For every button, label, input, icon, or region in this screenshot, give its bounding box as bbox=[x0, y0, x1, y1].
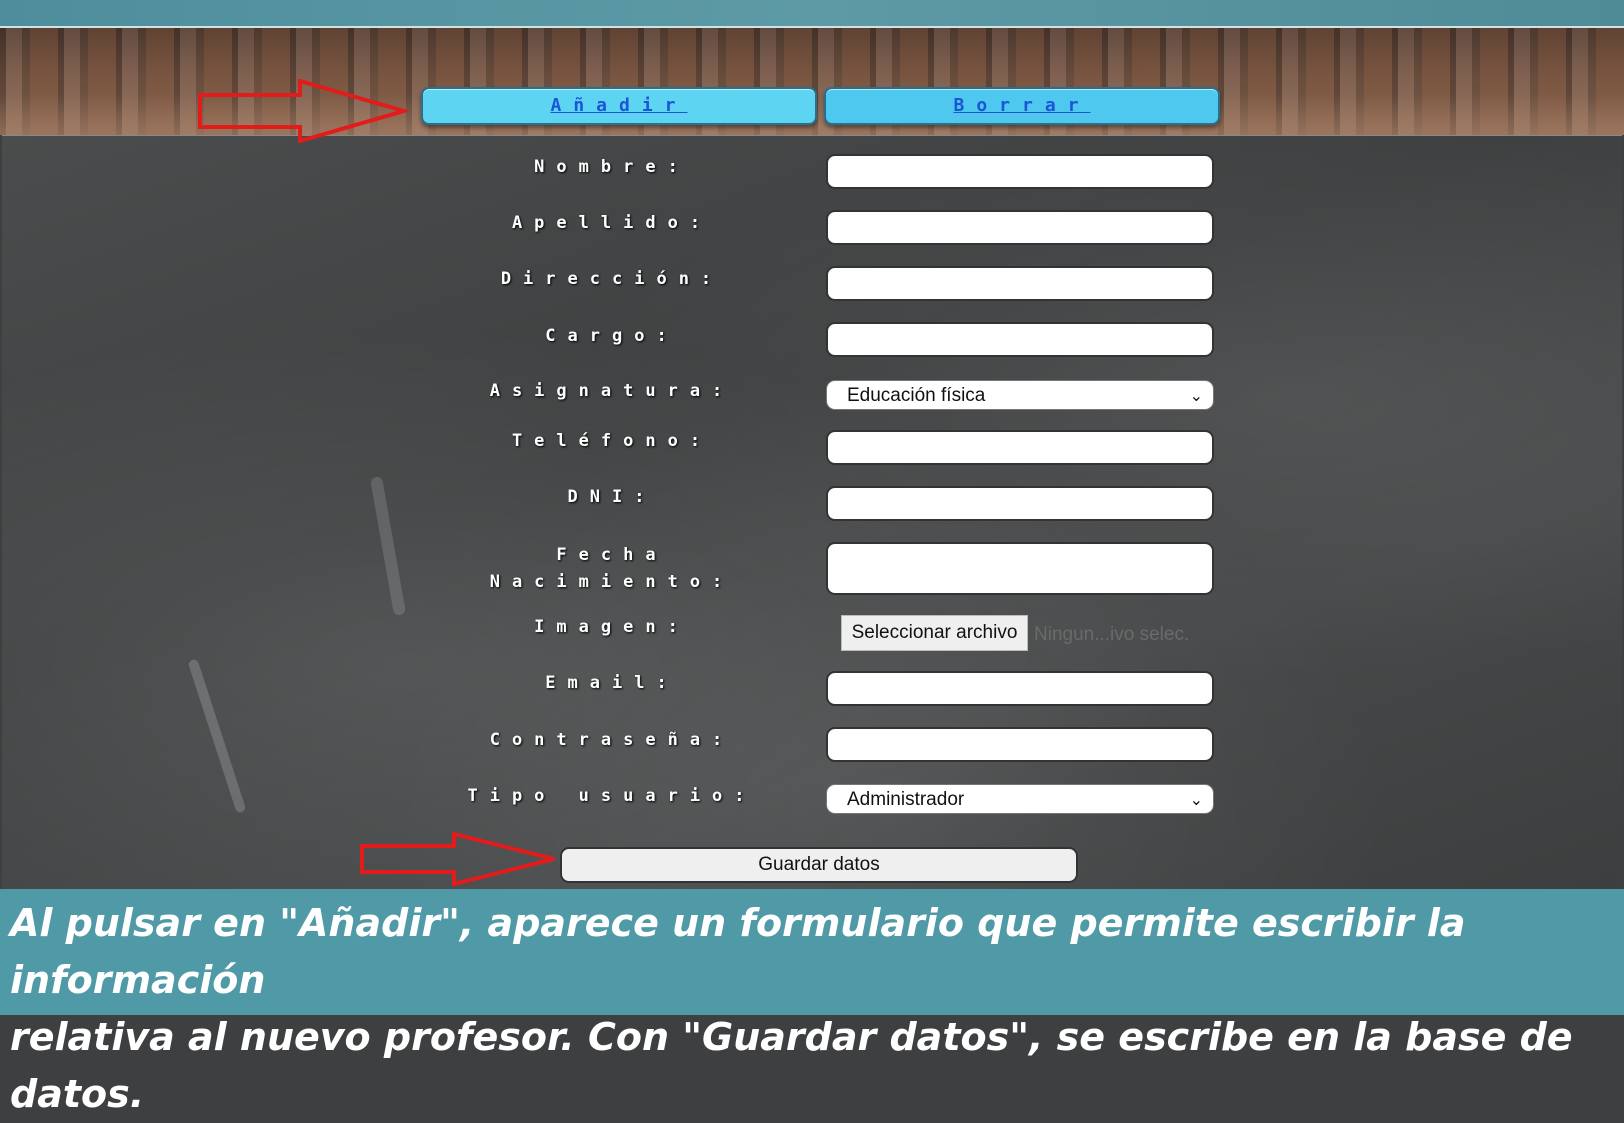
caption-banner: Al pulsar en "Añadir", aparece un formul… bbox=[0, 889, 1624, 1116]
delete-tab-button[interactable]: Borrar bbox=[824, 87, 1220, 125]
label-dni: DNI: bbox=[567, 487, 657, 507]
label-telefono: Teléfono: bbox=[511, 431, 713, 451]
email-input[interactable] bbox=[826, 671, 1214, 706]
label-nacimiento: Nacimiento: bbox=[489, 572, 735, 592]
direccion-input[interactable] bbox=[826, 266, 1214, 301]
red-arrow-icon bbox=[198, 79, 408, 143]
label-nombre: Nombre: bbox=[534, 157, 690, 177]
label-apellido: Apellido: bbox=[511, 213, 713, 233]
apellido-input[interactable] bbox=[826, 210, 1214, 245]
dni-input[interactable] bbox=[826, 486, 1214, 521]
label-tipo-usuario: Tipo usuario: bbox=[467, 786, 757, 806]
label-cargo: Cargo: bbox=[545, 326, 679, 346]
telefono-input[interactable] bbox=[826, 430, 1214, 465]
label-fecha: Fecha bbox=[556, 545, 668, 565]
chalkboard-background bbox=[2, 135, 1622, 890]
file-status-text: Ningun...ivo selec. bbox=[1034, 624, 1190, 645]
select-file-button[interactable]: Seleccionar archivo bbox=[841, 615, 1028, 651]
save-data-button[interactable]: Guardar datos bbox=[560, 847, 1078, 883]
label-asignatura: Asignatura: bbox=[489, 381, 735, 401]
contrasena-input[interactable] bbox=[826, 727, 1214, 762]
label-direccion: Dirección: bbox=[500, 269, 724, 289]
red-arrow-icon bbox=[360, 832, 555, 886]
fecha-nacimiento-input[interactable] bbox=[826, 542, 1214, 595]
asignatura-selected: Educación física bbox=[847, 385, 986, 406]
caption-line-2: relativa al nuevo profesor. Con "Guardar… bbox=[10, 1015, 1573, 1116]
asignatura-select[interactable]: Educación física ⌄ bbox=[826, 380, 1214, 410]
tipo-usuario-select[interactable]: Administrador ⌄ bbox=[826, 784, 1214, 814]
cargo-input[interactable] bbox=[826, 322, 1214, 357]
chevron-down-icon: ⌄ bbox=[1189, 386, 1203, 405]
label-imagen: Imagen: bbox=[534, 617, 690, 637]
caption-line-1: Al pulsar en "Añadir", aparece un formul… bbox=[10, 901, 1466, 1002]
label-email: Email: bbox=[545, 673, 679, 693]
nombre-input[interactable] bbox=[826, 154, 1214, 189]
label-contrasena: Contraseña: bbox=[489, 730, 735, 750]
top-bar bbox=[0, 0, 1624, 28]
tipo-usuario-selected: Administrador bbox=[847, 789, 965, 810]
chevron-down-icon: ⌄ bbox=[1189, 790, 1203, 809]
add-tab-button[interactable]: Añadir bbox=[421, 87, 817, 125]
caption-text: Al pulsar en "Añadir", aparece un formul… bbox=[10, 895, 1620, 1123]
